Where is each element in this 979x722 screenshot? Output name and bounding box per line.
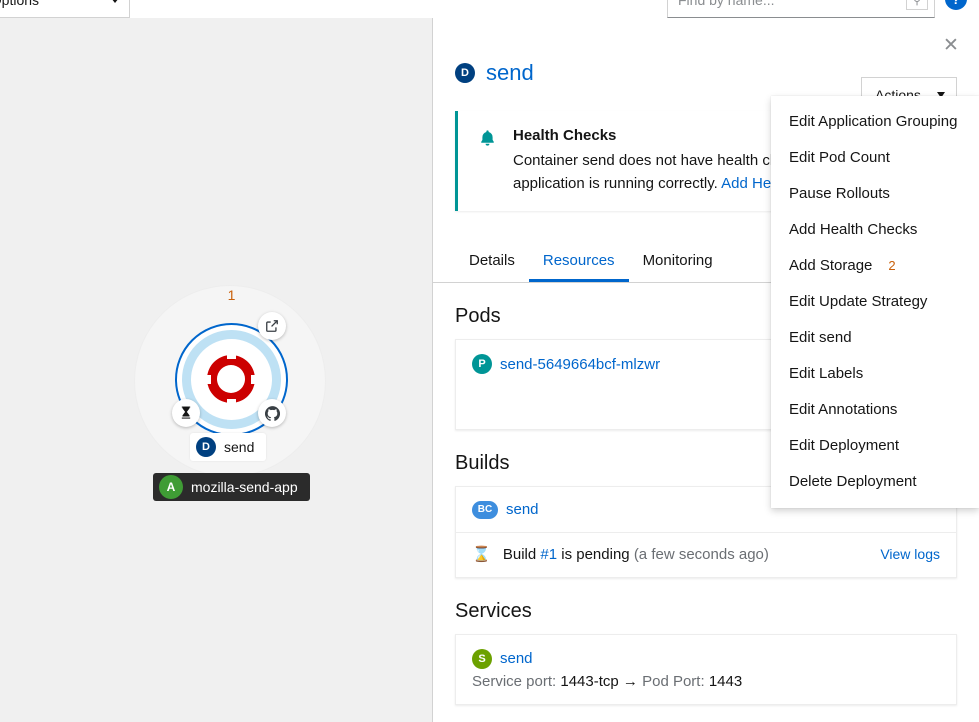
pod-port-value: 1443	[708, 672, 743, 690]
service-port-label: Service port:	[472, 672, 557, 690]
pod-row: P send-5649664bcf-mlzwr	[472, 354, 660, 374]
menu-item-label: Edit Annotations	[789, 401, 898, 418]
view-logs-link[interactable]: View logs	[880, 546, 940, 562]
menu-item-label: Edit send	[789, 329, 852, 346]
menu-item-edit-application-grouping[interactable]: Edit Application Grouping	[771, 104, 979, 140]
build-state: is pending	[561, 545, 630, 563]
services-card: S send Service port: 1443-tcp → Pod Port…	[455, 633, 957, 705]
service-chip: S	[472, 648, 492, 669]
menu-item-label: Edit Pod Count	[789, 149, 890, 166]
build-status-row: ⌛ Build #1 is pending (a few seconds ago…	[456, 533, 956, 563]
arrow-icon: →	[622, 672, 638, 690]
buildconfig-name-link[interactable]: send	[506, 501, 539, 518]
menu-item-delete-deployment[interactable]: Delete Deployment	[771, 464, 979, 500]
github-icon[interactable]	[258, 399, 286, 427]
build-timestamp: (a few seconds ago)	[633, 545, 769, 563]
menu-item-label: Pause Rollouts	[789, 185, 890, 202]
pod-name-link[interactable]: send-5649664bcf-mlzwr	[500, 356, 660, 373]
build-word: Build	[502, 545, 537, 563]
application-tooltip: A mozilla-send-app	[153, 473, 310, 501]
menu-item-add-storage[interactable]: Add Storage 2	[771, 248, 979, 284]
pod-port-label: Pod Port:	[642, 672, 705, 690]
external-link-icon[interactable]	[258, 312, 286, 340]
menu-item-badge: 2	[888, 258, 896, 273]
hourglass-icon: ⌛	[472, 545, 491, 563]
menu-item-edit-send[interactable]: Edit send	[771, 320, 979, 356]
display-options-dropdown[interactable]: Display Options	[0, 0, 130, 18]
deployment-chip: D	[455, 63, 475, 83]
chevron-down-icon	[111, 0, 119, 3]
menu-item-pause-rollouts[interactable]: Pause Rollouts	[771, 176, 979, 212]
service-row: S send	[472, 648, 940, 669]
service-ports: Service port: 1443-tcp → Pod Port: 1443	[472, 673, 940, 690]
menu-item-label: Edit Application Grouping	[789, 113, 958, 130]
menu-item-edit-labels[interactable]: Edit Labels	[771, 356, 979, 392]
menu-item-label: Add Health Checks	[789, 221, 918, 238]
menu-item-label: Edit Update Strategy	[789, 293, 928, 310]
hourglass-icon[interactable]	[172, 399, 200, 427]
pod-count-label: 1	[227, 287, 236, 303]
find-by-name-placeholder: Find by name...	[678, 0, 775, 8]
page-title: send	[486, 60, 534, 85]
menu-item-add-health-checks[interactable]: Add Health Checks	[771, 212, 979, 248]
tab-details[interactable]: Details	[455, 242, 529, 282]
help-icon[interactable]: ?	[945, 0, 967, 10]
topology-node-label[interactable]: D send	[190, 433, 267, 461]
openshift-logo-icon	[204, 352, 258, 406]
application-name: mozilla-send-app	[191, 479, 298, 495]
menu-item-label: Edit Labels	[789, 365, 864, 382]
topology-page: Display Options Find by name... ⚲ ? 1	[0, 0, 979, 722]
actions-dropdown-menu[interactable]: Edit Application Grouping Edit Pod Count…	[771, 96, 979, 508]
menu-item-edit-pod-count[interactable]: Edit Pod Count	[771, 140, 979, 176]
application-chip: A	[159, 475, 183, 499]
topology-canvas[interactable]: 1 D send A mozilla-send-app	[0, 18, 433, 722]
menu-item-edit-deployment[interactable]: Edit Deployment	[771, 428, 979, 464]
services-heading: Services	[455, 599, 532, 622]
menu-item-label: Edit Deployment	[789, 437, 900, 454]
buildconfig-chip: BC	[472, 500, 498, 519]
buildconfig-row: BC send	[472, 500, 539, 519]
menu-item-label: Delete Deployment	[789, 473, 917, 490]
menu-item-edit-update-strategy[interactable]: Edit Update Strategy	[771, 284, 979, 320]
topology-node-name: send	[224, 439, 255, 455]
deployment-chip: D	[196, 437, 216, 457]
search-icon[interactable]: ⚲	[906, 0, 928, 10]
display-options-label: Display Options	[0, 0, 40, 8]
menu-item-label: Add Storage	[789, 257, 873, 274]
service-name-link[interactable]: send	[500, 650, 533, 667]
menu-item-edit-annotations[interactable]: Edit Annotations	[771, 392, 979, 428]
bell-icon	[478, 129, 497, 195]
pod-chip: P	[472, 354, 492, 374]
top-toolbar: Display Options Find by name... ⚲ ?	[0, 0, 979, 18]
tab-resources[interactable]: Resources	[528, 242, 629, 282]
tab-monitoring[interactable]: Monitoring	[629, 242, 727, 282]
build-number-link[interactable]: #1	[540, 546, 557, 563]
find-by-name-input[interactable]: Find by name... ⚲	[667, 0, 935, 18]
service-port-value: 1443-tcp	[560, 672, 619, 690]
